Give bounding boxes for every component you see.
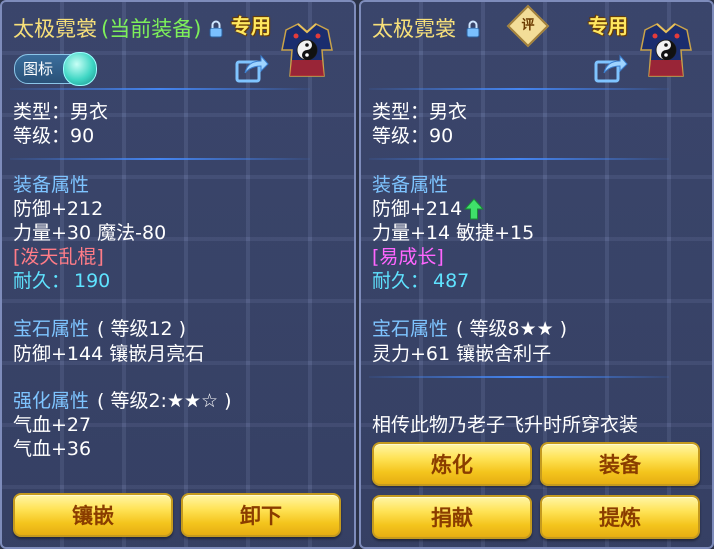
refine-stat-1: 气血+27	[13, 414, 92, 436]
divider	[369, 88, 669, 90]
extract-button[interactable]: 提炼	[540, 495, 700, 539]
stat-up-arrow-icon	[464, 198, 484, 220]
armor-item-icon[interactable]	[637, 20, 695, 78]
gem-attr-header: 宝石属性	[13, 318, 90, 340]
stat-str-agi: 力量+14 敏捷+15	[372, 222, 535, 244]
item-type: 类型：男衣	[13, 101, 109, 123]
armor-item-icon[interactable]	[278, 20, 336, 78]
durability-value: 190	[74, 270, 111, 292]
durability-label: 耐久：	[13, 270, 71, 292]
item-description: 相传此物乃老子飞升时所穿衣装	[372, 414, 639, 436]
divider	[369, 376, 669, 378]
durability-value: 487	[433, 270, 470, 292]
equip-attr-header: 装备属性	[13, 174, 90, 196]
rating-badge-label: 评	[521, 18, 535, 33]
refine-stat-2: 气血+36	[13, 438, 92, 460]
rating-badge-icon[interactable]: 评	[506, 4, 550, 48]
item-type: 类型：男衣	[372, 101, 468, 123]
stat-str-magic: 力量+30 魔法-80	[13, 222, 167, 244]
gem-effect: 灵力+61 镶嵌舍利子	[372, 343, 552, 365]
stat-defense: 防御+212	[13, 198, 104, 220]
stat-defense: 防御+214	[372, 198, 463, 220]
special-skill: [易成长]	[372, 246, 444, 268]
item-title: 太极霓裳	[372, 17, 456, 41]
unequip-button[interactable]: 卸下	[181, 493, 341, 537]
item-level: 等级：90	[372, 125, 454, 147]
icon-toggle[interactable]: 图标	[14, 52, 97, 86]
refine-button[interactable]: 炼化	[372, 442, 532, 486]
refine-attr-header: 强化属性	[13, 390, 90, 412]
gem-attr-header: 宝石属性	[372, 318, 449, 340]
toggle-label: 图标	[23, 60, 54, 78]
lock-icon	[466, 20, 480, 38]
item-tooltip-compare: 太极霓裳 评 专用 类型：男衣 等级：90 装备属性 防御+214 力量+14 …	[359, 0, 714, 549]
inlay-button[interactable]: 镶嵌	[13, 493, 173, 537]
toggle-knob	[63, 52, 97, 86]
divider	[10, 88, 310, 90]
item-tooltip-current: 太极霓裳 (当前装备) 专用 图标 类型：男衣 等级：90 装备属性 防御+21…	[0, 0, 356, 549]
share-icon[interactable]	[235, 53, 269, 83]
equipped-note: (当前装备)	[101, 17, 202, 41]
equip-attr-header: 装备属性	[372, 174, 449, 196]
gem-effect: 防御+144 镶嵌月亮石	[13, 343, 205, 365]
lock-icon	[209, 20, 223, 38]
exclusive-label: 专用	[231, 14, 271, 38]
gem-level: ( 等级8★★ )	[456, 318, 568, 340]
durability-label: 耐久：	[372, 270, 430, 292]
refine-level: ( 等级2:★★☆ )	[97, 390, 232, 412]
exclusive-label: 专用	[588, 14, 628, 38]
equip-button[interactable]: 装备	[540, 442, 700, 486]
divider	[369, 158, 669, 160]
share-icon[interactable]	[594, 53, 628, 83]
divider	[10, 158, 310, 160]
donate-button[interactable]: 捐献	[372, 495, 532, 539]
item-level: 等级：90	[13, 125, 95, 147]
gem-level: ( 等级12 )	[97, 318, 187, 340]
special-skill: [泼天乱棍]	[13, 246, 104, 268]
item-title: 太极霓裳	[13, 17, 97, 41]
